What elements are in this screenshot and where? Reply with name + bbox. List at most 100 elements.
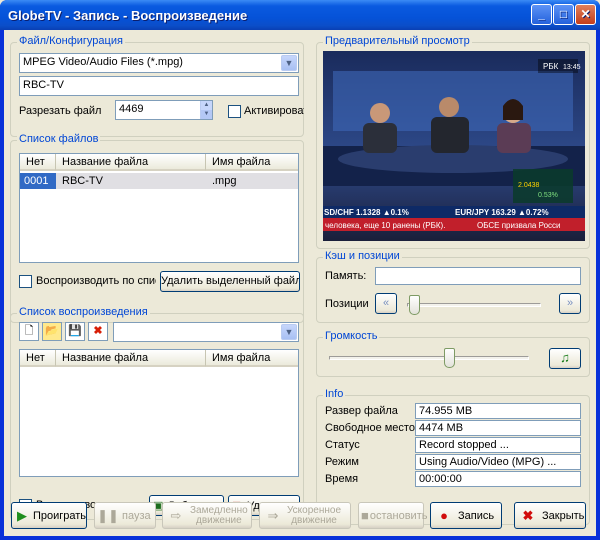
chevron-down-icon[interactable]: ▼ <box>281 55 297 71</box>
delete-selected-button[interactable]: Удалить выделенный файл. <box>160 271 300 292</box>
open-folder-icon[interactable]: 📂 <box>42 322 62 341</box>
save-icon[interactable]: 💾 <box>65 322 85 341</box>
stop-button[interactable]: ■ остановить <box>358 502 427 529</box>
playlist-legend: Список воспроизведения <box>17 306 150 318</box>
close-icon: ✖ <box>522 507 534 523</box>
playlist-col-file[interactable]: Имя файла <box>206 350 298 367</box>
tv-studio-image: РБК 13:45 2.0438 0.53% SD/CHF 1.1328 ▲0.… <box>323 51 585 241</box>
file-list-col-num[interactable]: Нет <box>20 154 56 171</box>
slow-motion-label-1: Замедленно <box>190 504 248 516</box>
file-config-group: Файл/Конфигурация MPEG Video/Audio Files… <box>10 35 304 137</box>
file-list-col-title[interactable]: Название файла <box>56 154 206 171</box>
new-file-icon[interactable]: 🗋 <box>19 322 39 341</box>
play-button[interactable]: ▶ Проиграть <box>11 502 87 529</box>
filename-input[interactable]: RBC-TV <box>19 76 299 96</box>
stop-label: остановить <box>369 509 428 522</box>
preview-index-value: 2.0438 <box>518 182 540 189</box>
playlist-col-title[interactable]: Название файла <box>56 350 206 367</box>
play-by-list-checkbox[interactable] <box>19 275 32 288</box>
app-window: GlobeTV - Запись - Воспроизведение _ □ ✕… <box>0 0 600 540</box>
row-file: .mpg <box>212 175 237 187</box>
info-legend: Info <box>323 388 346 400</box>
play-by-list-label: Воспроизводить по списку <box>36 275 156 287</box>
file-config-legend: Файл/Конфигурация <box>17 35 125 47</box>
maximize-icon: □ <box>559 7 568 21</box>
record-icon: ● <box>440 508 448 523</box>
cache-group: Кэш и позиции Память: Позиции « » <box>316 250 590 323</box>
music-note-icon: ♫ <box>560 350 570 365</box>
delete-icon[interactable]: ✖ <box>88 322 108 341</box>
volume-slider-thumb[interactable] <box>444 348 455 368</box>
spin-up-icon[interactable]: ▲ <box>201 101 212 110</box>
split-file-label: Разрезать файл <box>19 105 102 117</box>
info-label-size: Развер файла <box>325 405 398 417</box>
rewind-button[interactable]: « <box>375 293 397 314</box>
table-row[interactable]: 0001 RBC-TV .mpg <box>20 173 298 189</box>
format-select-value: MPEG Video/Audio Files (*.mpg) <box>23 56 183 68</box>
close-window-button[interactable]: ✕ <box>575 4 596 25</box>
stop-icon: ■ <box>361 508 369 523</box>
activate-checkbox[interactable] <box>228 105 241 118</box>
memory-label: Память: <box>325 270 367 282</box>
record-button[interactable]: ● Запись <box>430 502 502 529</box>
info-value-size: 74.955 MB <box>415 403 581 419</box>
slow-motion-icon: ⇨ <box>170 507 182 523</box>
fast-motion-button[interactable]: ⇒ Ускоренное движение <box>259 502 351 529</box>
position-slider-track[interactable] <box>407 303 541 307</box>
info-label-status: Статус <box>325 439 360 451</box>
maximize-button[interactable]: □ <box>553 4 574 25</box>
fast-motion-label-2: движение <box>291 514 337 526</box>
position-label: Позиции <box>325 298 369 310</box>
filename-value: RBC-TV <box>23 79 64 91</box>
preview-group: Предварительный просмотр РБК 13:45 2.043… <box>316 35 590 249</box>
chevron-down-icon[interactable]: ▼ <box>281 324 297 340</box>
volume-slider-track[interactable] <box>329 356 529 360</box>
info-label-free: Свободное место <box>325 422 415 434</box>
info-value-mode: Using Audio/Video (MPG) ... <box>415 454 581 470</box>
split-file-input[interactable]: 4469 <box>115 100 213 120</box>
cache-legend: Кэш и позиции <box>323 250 402 262</box>
format-select[interactable]: MPEG Video/Audio Files (*.mpg) ▼ <box>19 53 299 73</box>
close-icon: ✕ <box>580 7 591 21</box>
split-spinner[interactable]: ▲ ▼ <box>200 101 212 119</box>
activate-label: Активировать <box>244 105 304 117</box>
volume-legend: Громкость <box>323 330 380 342</box>
fast-motion-label-1: Ускоренное <box>287 504 342 516</box>
position-slider-thumb[interactable] <box>408 295 420 315</box>
minimize-button[interactable]: _ <box>531 4 552 25</box>
info-value-time: 00:00:00 <box>415 471 581 487</box>
pause-button[interactable]: ❚❚ пауза <box>94 502 156 529</box>
playlist-table[interactable]: Нет Название файла Имя файла <box>19 349 299 477</box>
close-label: Закрыть <box>542 509 585 522</box>
mute-button[interactable]: ♫ <box>549 348 581 369</box>
info-value-free: 4474 MB <box>415 420 581 436</box>
slow-motion-button[interactable]: ⇨ Замедленно движение <box>162 502 252 529</box>
preview-channel-logo: РБК <box>543 62 559 71</box>
file-list-col-file[interactable]: Имя файла <box>206 154 298 171</box>
double-right-icon: » <box>566 297 574 309</box>
split-file-value: 4469 <box>119 103 144 115</box>
playlist-select[interactable]: ▼ <box>113 322 299 342</box>
video-preview[interactable]: РБК 13:45 2.0438 0.53% SD/CHF 1.1328 ▲0.… <box>323 51 585 241</box>
preview-rate1: SD/CHF 1.1328 ▲0.1% <box>324 208 409 217</box>
close-button[interactable]: ✖ Закрыть <box>514 502 586 529</box>
pause-label: пауза <box>122 509 151 522</box>
playlist-col-num[interactable]: Нет <box>20 350 56 367</box>
preview-news2: ОБСЕ призвала Росси <box>477 221 561 230</box>
title-bar[interactable]: GlobeTV - Запись - Воспроизведение _ □ ✕ <box>0 0 600 30</box>
spin-down-icon[interactable]: ▼ <box>201 110 212 119</box>
slow-motion-label-2: движение <box>196 514 242 526</box>
file-list-group: Список файлов Нет Название файла Имя фай… <box>10 133 304 323</box>
file-list-table[interactable]: Нет Название файла Имя файла 0001 RBC-TV… <box>19 153 299 263</box>
preview-rate2: EUR/JPY 163.29 ▲0.72% <box>455 208 549 217</box>
double-left-icon: « <box>382 297 390 309</box>
playlist-group: Список воспроизведения 🗋 📂 💾 ✖ ▼ Нет Наз… <box>10 306 304 520</box>
forward-button[interactable]: » <box>559 293 581 314</box>
info-label-time: Время <box>325 473 359 485</box>
memory-bar <box>375 267 581 285</box>
preview-index-pct: 0.53% <box>538 192 558 199</box>
client-area: Файл/Конфигурация MPEG Video/Audio Files… <box>4 30 596 536</box>
preview-clock: 13:45 <box>563 64 581 71</box>
info-label-mode: Режим <box>325 456 359 468</box>
row-num: 0001 <box>20 173 56 189</box>
